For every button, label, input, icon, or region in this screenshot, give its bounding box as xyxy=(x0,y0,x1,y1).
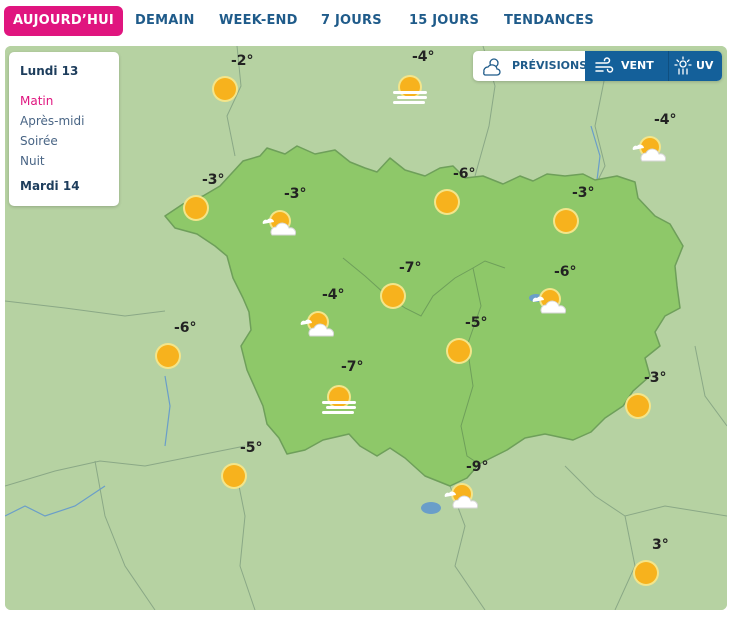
sun-icon xyxy=(625,393,651,419)
weather-marker[interactable]: -5° xyxy=(221,440,263,489)
temperature-label: -2° xyxy=(231,53,254,69)
temperature-label: -5° xyxy=(465,315,488,331)
tab-week-end[interactable]: WEEK-END xyxy=(219,6,298,36)
temperature-label: -3° xyxy=(284,186,307,202)
temperature-label: -7° xyxy=(399,260,422,276)
weather-marker[interactable]: -7° xyxy=(322,359,364,414)
sun-icon xyxy=(633,560,659,586)
uv-icon xyxy=(674,56,692,75)
period-nuit[interactable]: Nuit xyxy=(20,154,45,168)
weather-marker[interactable]: -2° xyxy=(212,53,254,102)
day-lundi-13[interactable]: Lundi 13 xyxy=(20,64,78,78)
day-mardi-14[interactable]: Mardi 14 xyxy=(20,179,80,193)
tab-demain[interactable]: DEMAIN xyxy=(135,6,195,36)
tab-tendances[interactable]: TENDANCES xyxy=(504,6,594,36)
fog-sun-icon xyxy=(322,385,356,414)
weather-marker[interactable]: 3° xyxy=(633,537,669,586)
temperature-label: -6° xyxy=(453,166,476,182)
weather-marker[interactable]: -3° xyxy=(183,172,225,221)
toggle-uv-label: UV xyxy=(696,59,714,72)
period-apres-midi[interactable]: Après-midi xyxy=(20,114,84,128)
sun-icon xyxy=(434,189,460,215)
sun-icon xyxy=(183,195,209,221)
temperature-label: -3° xyxy=(572,185,595,201)
partly-cloudy-icon xyxy=(532,288,566,314)
temperature-label: -5° xyxy=(240,440,263,456)
weather-marker[interactable]: -4° xyxy=(632,112,677,162)
toggle-previsions-label: PRÉVISIONS xyxy=(512,59,588,72)
period-matin[interactable]: Matin xyxy=(20,94,53,108)
partly-cloudy-icon xyxy=(632,136,666,162)
temperature-label: 3° xyxy=(652,537,669,553)
weather-marker[interactable]: -6° xyxy=(532,264,577,314)
weather-marker[interactable]: -6° xyxy=(155,320,197,369)
sun-icon xyxy=(212,76,238,102)
layer-toggle: PRÉVISIONS VENT UV xyxy=(473,51,722,81)
sun-icon xyxy=(446,338,472,364)
fog-sun-icon xyxy=(393,75,427,104)
partly-cloudy-icon xyxy=(262,210,296,236)
partly-cloudy-icon xyxy=(300,311,334,337)
day-period-panel: Lundi 13 Matin Après-midi Soirée Nuit Ma… xyxy=(9,52,119,206)
temperature-label: -3° xyxy=(202,172,225,188)
tab-15-jours[interactable]: 15 JOURS xyxy=(409,6,479,36)
temperature-label: -4° xyxy=(412,49,435,65)
toggle-uv[interactable]: UV xyxy=(668,51,722,81)
forecast-tabs: AUJOURD’HUI DEMAIN WEEK-END 7 JOURS 15 J… xyxy=(0,0,733,44)
weather-marker[interactable]: -3° xyxy=(262,186,307,236)
weather-marker[interactable]: -3° xyxy=(625,370,667,419)
wind-icon xyxy=(595,57,614,73)
period-soiree[interactable]: Soirée xyxy=(20,134,58,148)
weather-marker[interactable]: -4° xyxy=(393,49,435,104)
weather-marker[interactable]: -6° xyxy=(434,166,476,215)
temperature-label: -4° xyxy=(322,287,345,303)
toggle-previsions[interactable]: PRÉVISIONS xyxy=(473,51,588,81)
sun-icon xyxy=(155,343,181,369)
weather-marker[interactable]: -3° xyxy=(553,185,595,234)
toggle-vent[interactable]: VENT xyxy=(585,51,668,81)
tab-aujourdhui[interactable]: AUJOURD’HUI xyxy=(4,6,123,36)
tab-7-jours[interactable]: 7 JOURS xyxy=(321,6,382,36)
weather-marker[interactable]: -4° xyxy=(300,287,345,337)
temperature-label: -9° xyxy=(466,459,489,475)
weather-marker[interactable]: -7° xyxy=(380,260,422,309)
sun-icon xyxy=(380,283,406,309)
partly-cloudy-icon xyxy=(444,483,478,509)
sun-icon xyxy=(553,208,579,234)
weather-marker[interactable]: -5° xyxy=(446,315,488,364)
temperature-label: -6° xyxy=(174,320,197,336)
temperature-label: -6° xyxy=(554,264,577,280)
temperature-label: -4° xyxy=(654,112,677,128)
toggle-vent-label: VENT xyxy=(621,59,654,72)
temperature-label: -3° xyxy=(644,370,667,386)
cloud-sun-icon xyxy=(483,58,501,76)
weather-marker[interactable]: -9° xyxy=(444,459,489,509)
sun-icon xyxy=(221,463,247,489)
temperature-label: -7° xyxy=(341,359,364,375)
